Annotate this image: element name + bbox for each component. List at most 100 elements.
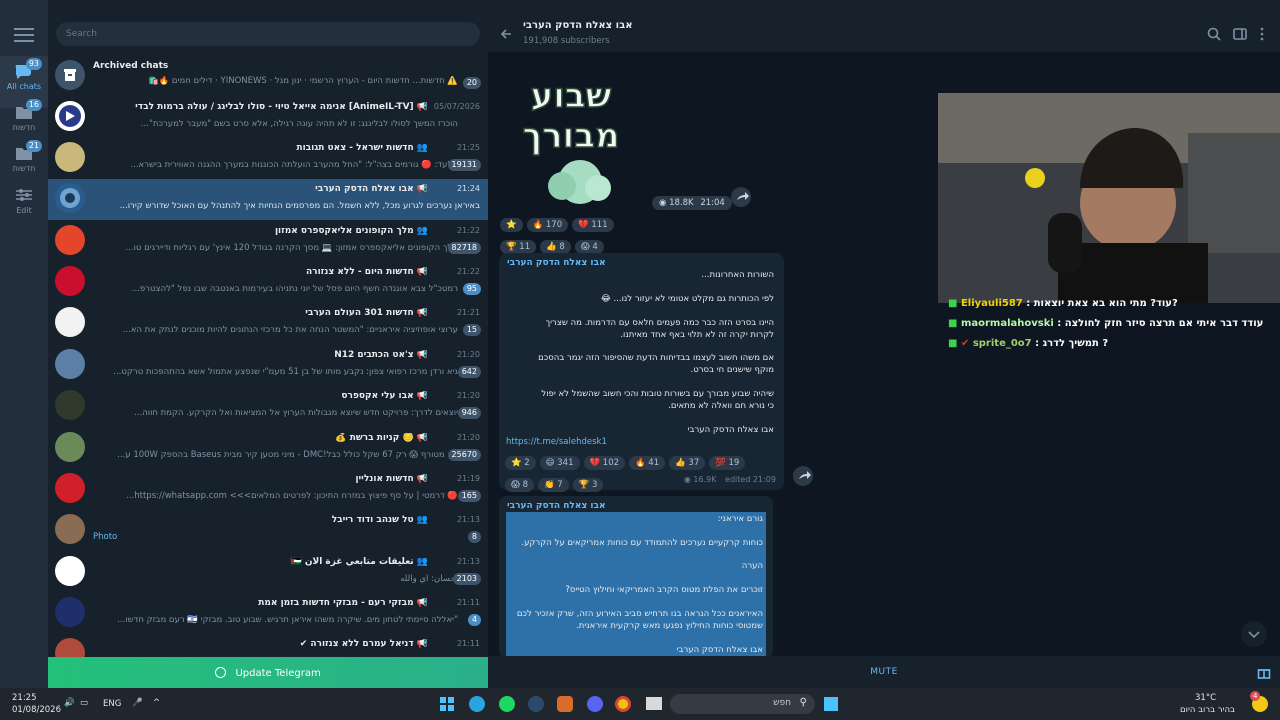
language-indicator[interactable]: ENG xyxy=(103,699,121,709)
search-box[interactable] xyxy=(56,22,480,46)
reaction-chip[interactable]: ⭐ 2 xyxy=(505,456,536,470)
sidebar-toggle-icon[interactable] xyxy=(1233,27,1247,41)
chat-row[interactable]: 21:19 📢 חדשות אונליין 🔴 דרמטי | על סף פי… xyxy=(48,469,488,510)
chevron-up-icon[interactable]: ^ xyxy=(153,698,160,708)
unread-count: 15 xyxy=(462,324,481,336)
chat-row[interactable]: 21:22 📢 חדשות היום - ללא צנזורה רמטכ"ל צ… xyxy=(48,262,488,303)
chat-preview: ערוצי אופוזיציה איראניים: "המשטר הנחה את… xyxy=(122,325,458,335)
chat-row[interactable]: 21:13 👥 טל שנהב ודוד רייבל Photo 8 xyxy=(48,510,488,551)
reaction-chip[interactable]: 👏 7 xyxy=(537,478,569,492)
post-link[interactable]: https://t.me/salehdesk1 xyxy=(506,437,607,447)
reaction-chip[interactable]: 💯 19 xyxy=(709,456,746,470)
app-icon[interactable] xyxy=(557,696,573,712)
more-menu-icon[interactable] xyxy=(1258,27,1266,41)
eye-icon: ◉ xyxy=(683,475,694,484)
message-bubble[interactable]: אבו צאלח הדסק הערבי השורות האחרונות... ל… xyxy=(499,253,784,492)
channel-title[interactable]: אבו צאלח הדסק הערבי xyxy=(523,20,633,31)
clock-time[interactable]: 21:25 xyxy=(12,693,37,703)
message-bubble[interactable]: אבו צאלח הדסק הערבי גורם איראני: כוחות ק… xyxy=(499,496,773,658)
reaction-chip[interactable]: 👍 37 xyxy=(669,456,706,470)
avatar xyxy=(55,473,85,503)
volume-icon[interactable]: 🔊 xyxy=(64,698,75,708)
chrome-app-icon[interactable] xyxy=(615,696,631,712)
file-explorer-icon[interactable] xyxy=(646,697,662,710)
reaction-chip[interactable]: 😄 341 xyxy=(539,456,580,470)
back-arrow-icon[interactable] xyxy=(500,28,512,40)
reaction-chip[interactable]: 💔 102 xyxy=(583,456,626,470)
reaction-chip[interactable]: 👍 8 xyxy=(540,240,571,254)
chat-time: 21:22 xyxy=(456,226,480,235)
search-input[interactable] xyxy=(66,29,470,39)
chat-time: 21:20 xyxy=(456,350,480,359)
unread-count: 95 xyxy=(462,283,481,295)
chat-row[interactable]: 21:25 👥 חדשות ישראל - צאט תגובות אלעד: 🔴… xyxy=(48,138,488,179)
post-meta: ◉ 16.9K edited 21:09 xyxy=(684,475,776,484)
unread-count: 642 xyxy=(457,366,481,378)
chat-row[interactable]: 21:11 📢 מבזקי רעם - מבזקי חדשות בזמן אמת… xyxy=(48,593,488,634)
reaction-chip[interactable]: ⭐ xyxy=(500,218,523,232)
chat-row[interactable]: 21:20 📢 צ'אט הכתבים N12 גיא ורדן מרכז רפ… xyxy=(48,345,488,386)
share-button[interactable] xyxy=(793,466,813,486)
chat-row[interactable]: 21:22 👥 מלך הקופונים אליאקספרס אמזון מלך… xyxy=(48,221,488,262)
reaction-chip[interactable]: 😱 4 xyxy=(574,240,604,254)
stream-chat-line: ■ ✔ sprite_0o7 : תמשיך לדרג ? xyxy=(948,338,1109,349)
chat-row[interactable]: 21:13 👥 تعليقات متابعي غزة الآن 🇵🇸 احسان… xyxy=(48,552,488,593)
reaction-chip[interactable]: 🔥 41 xyxy=(629,456,666,470)
post-line: שמטוסי כוחות החילוץ נפגעו מאש קרקעית איר… xyxy=(576,621,763,631)
chat-preview: ⚠️ חדשות... חדשות היום - הערוץ הרשמי · י… xyxy=(148,76,458,86)
post-line: כוחות קרקעיים נערכים להתמודד עם כוחות אמ… xyxy=(521,538,763,548)
post-reactions: ⭐ 2 😄 341 💔 102 🔥 41 👍 37 💯 19 😱 8 👏 7 🏆 3 xyxy=(503,450,778,494)
post-line: אבו צאלח הדסק הערבי xyxy=(676,645,763,655)
reaction-chip[interactable]: 🏆 3 xyxy=(572,478,604,492)
chat-preview: احسان: اي والله xyxy=(400,574,458,584)
spotify-app-icon[interactable] xyxy=(499,696,515,712)
reaction-chip[interactable]: 😱 8 xyxy=(505,478,534,492)
clock-date[interactable]: 01/08/2026 xyxy=(12,705,61,715)
windows-start-icon[interactable] xyxy=(440,697,454,711)
weather-desc[interactable]: בהיר ברוב היום xyxy=(1180,705,1235,715)
archived-chats-row[interactable]: Archived chats ⚠️ חדשות... חדשות היום - … xyxy=(48,56,488,97)
avatar xyxy=(55,183,85,213)
microphone-icon[interactable]: 🎤 xyxy=(132,698,143,708)
share-button[interactable] xyxy=(731,187,751,207)
mute-button[interactable]: MUTE xyxy=(488,667,1280,677)
reaction-chip[interactable]: 🏆 11 xyxy=(500,240,537,254)
chat-preview: באיראן נערכים לגרוע מכל, ללא חשמל. הם מפ… xyxy=(119,201,480,211)
scroll-down-button[interactable] xyxy=(1241,621,1267,647)
post-line: שיהיה שבוע מבורך עם בשורות טובות והכי חש… xyxy=(541,389,774,399)
weather-temp[interactable]: 31°C xyxy=(1195,693,1216,703)
chat-time: 05/07/2026 xyxy=(433,102,480,111)
post-line: היינו בסרט הזה כבר כמה פעמים חלאס עם הדר… xyxy=(545,318,774,328)
chat-row[interactable]: 21:20 📢 🪙 קניות ברשת 💰 🔥 מטורף 😱 רק 67 ש… xyxy=(48,428,488,469)
chat-title: 📢 [AnimeIL-TV] אנימה אייאל טיוי - סולו ל… xyxy=(135,102,428,112)
gift-icon[interactable] xyxy=(1257,665,1271,679)
discord-app-icon[interactable] xyxy=(587,696,603,712)
folder-edit[interactable]: Edit xyxy=(0,180,48,232)
chat-preview: מלך הקופונים אליאקספרס אמזון: 💻 מסך הקרנ… xyxy=(125,243,459,253)
chat-title: 📢 חדשות 301 העולם הערבי xyxy=(305,308,428,318)
chat-title: 📢 חדשות אונליין xyxy=(355,474,428,484)
chat-row-selected[interactable]: 21:24 📢 אבו צאלח הדסק הערבי באיראן נערכי… xyxy=(48,179,488,220)
avatar xyxy=(55,514,85,544)
steam-app-icon[interactable] xyxy=(528,696,544,712)
folder-badge: 16 xyxy=(25,99,42,111)
network-icon[interactable]: ▭ xyxy=(80,698,88,708)
folder-label: חדשות xyxy=(12,164,36,173)
forward-icon xyxy=(799,471,811,479)
windows-logo-icon[interactable] xyxy=(824,697,838,711)
reaction-chip[interactable]: 🔥 170 xyxy=(526,218,569,232)
chat-row[interactable]: 05/07/2026 📢 [AnimeIL-TV] אנימה אייאל טי… xyxy=(48,97,488,138)
windows-taskbar: 21:25 01/08/2026 🔊 ▭ ENG 🎤 ^ חפש ⚲ 31°C … xyxy=(0,688,1280,720)
post-line: האיראנים ככל הנראה בנו תרחיש סביב האירוע… xyxy=(516,609,763,619)
update-telegram-button[interactable]: Update Telegram xyxy=(48,657,488,688)
reaction-chip[interactable]: 💔 111 xyxy=(572,218,614,232)
telegram-app-icon[interactable] xyxy=(469,696,485,712)
chat-row[interactable]: 21:20 📢 אבו עלי אקספרס יוצאים לדרך: פרוי… xyxy=(48,386,488,427)
chat-time: 21:21 xyxy=(456,308,480,317)
avatar xyxy=(55,597,85,627)
search-icon[interactable] xyxy=(1207,27,1221,41)
chat-row[interactable]: 21:21 📢 חדשות 301 העולם הערבי ערוצי אופו… xyxy=(48,303,488,344)
unread-count: 20 xyxy=(462,77,481,89)
taskbar-search[interactable]: חפש ⚲ xyxy=(670,694,815,714)
menu-icon[interactable] xyxy=(14,28,34,42)
